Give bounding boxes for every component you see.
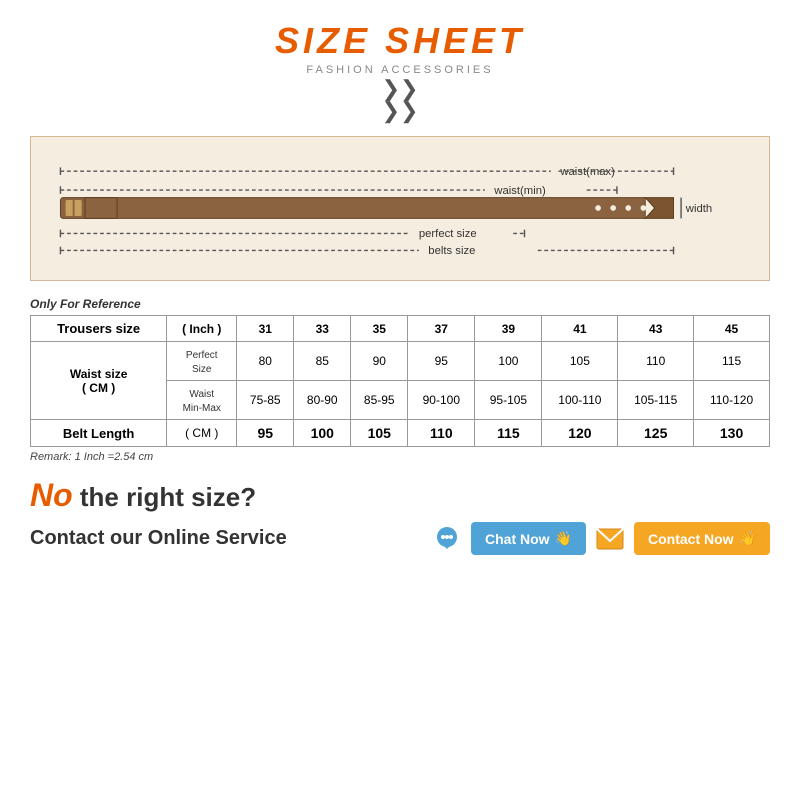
no-word: No [30, 477, 73, 513]
belt-diagram-svg: waist(max) waist(min) [51, 153, 749, 263]
wm-110-120: 110-120 [694, 381, 770, 420]
bl-115: 115 [475, 420, 542, 447]
belt-length-unit: ( CM ) [167, 420, 237, 447]
bl-105: 105 [351, 420, 408, 447]
chat-now-button[interactable]: Chat Now 👋 [471, 522, 586, 555]
ps-110: 110 [618, 342, 694, 381]
bl-110: 110 [408, 420, 475, 447]
belt-diagram: waist(max) waist(min) [30, 136, 770, 281]
size-31: 31 [237, 316, 294, 342]
svg-text:waist(max): waist(max) [559, 166, 615, 178]
right-size-text: the right size? [73, 482, 256, 512]
no-size-text: No the right size? [30, 477, 770, 514]
size-41: 41 [542, 316, 618, 342]
belt-length-label: Belt Length [31, 420, 167, 447]
chevron-icon: ❯❯❯❯ [30, 78, 770, 122]
size-table: Trousers size ( Inch ) 31 33 35 37 39 41… [30, 315, 770, 447]
bl-100: 100 [294, 420, 351, 447]
wm-75-85: 75-85 [237, 381, 294, 420]
bl-125: 125 [618, 420, 694, 447]
mail-icon [596, 528, 624, 550]
wm-100-110: 100-110 [542, 381, 618, 420]
svg-text:perfect size: perfect size [419, 228, 477, 240]
bl-120: 120 [542, 420, 618, 447]
belt-length-row: Belt Length ( CM ) 95 100 105 110 115 12… [31, 420, 770, 447]
table-header-row: Trousers size ( Inch ) 31 33 35 37 39 41… [31, 316, 770, 342]
wm-90-100: 90-100 [408, 381, 475, 420]
perfect-size-sub-label: PerfectSize [167, 342, 237, 381]
size-33: 33 [294, 316, 351, 342]
size-45: 45 [694, 316, 770, 342]
bl-130: 130 [694, 420, 770, 447]
size-37: 37 [408, 316, 475, 342]
wm-95-105: 95-105 [475, 381, 542, 420]
wm-80-90: 80-90 [294, 381, 351, 420]
chat-hand-icon: 👋 [555, 530, 572, 547]
contact-row: Contact our Online Service Chat Now 👋 Co… [30, 522, 770, 555]
svg-text:belts size: belts size [428, 245, 475, 257]
ps-115: 115 [694, 342, 770, 381]
wm-105-115: 105-115 [618, 381, 694, 420]
ps-95: 95 [408, 342, 475, 381]
bottom-section: No the right size? Contact our Online Se… [30, 477, 770, 555]
contact-online-text: Contact our Online Service [30, 527, 423, 550]
contact-now-label: Contact Now [648, 531, 734, 547]
bl-95: 95 [237, 420, 294, 447]
ps-90: 90 [351, 342, 408, 381]
size-43: 43 [618, 316, 694, 342]
ps-105: 105 [542, 342, 618, 381]
wm-85-95: 85-95 [351, 381, 408, 420]
contact-now-button[interactable]: Contact Now 👋 [634, 522, 770, 555]
waist-size-label: Waist size ( CM ) [31, 342, 167, 420]
size-35: 35 [351, 316, 408, 342]
size-39: 39 [475, 316, 542, 342]
remark-text: Remark: 1 Inch =2.54 cm [30, 451, 770, 463]
contact-hand-icon: 👋 [739, 530, 756, 547]
main-title: SIZE SHEET [30, 20, 770, 62]
reference-text: Only For Reference [30, 297, 770, 311]
waist-minmax-sub-label: WaistMin-Max [167, 381, 237, 420]
ps-100: 100 [475, 342, 542, 381]
title-section: SIZE SHEET FASHION ACCESSORIES ❯❯❯❯ [30, 20, 770, 122]
perfect-size-row: Waist size ( CM ) PerfectSize 80 85 90 9… [31, 342, 770, 381]
trousers-size-header: Trousers size [31, 316, 167, 342]
svg-text:waist(min): waist(min) [493, 185, 546, 197]
chat-now-label: Chat Now [485, 531, 550, 547]
inch-header: ( Inch ) [167, 316, 237, 342]
subtitle: FASHION ACCESSORIES [30, 64, 770, 76]
svg-text:width: width [685, 203, 712, 215]
ps-80: 80 [237, 342, 294, 381]
chat-bubble-icon [433, 525, 461, 553]
ps-85: 85 [294, 342, 351, 381]
